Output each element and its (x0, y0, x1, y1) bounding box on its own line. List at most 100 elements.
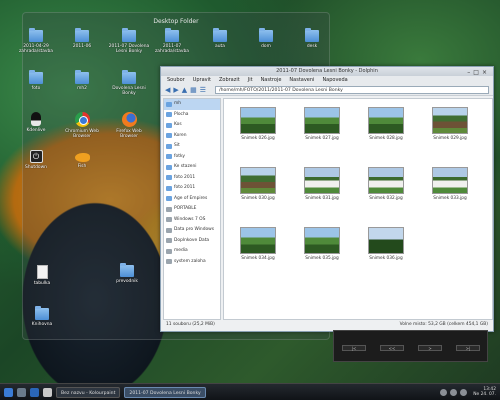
menu-item[interactable]: Nastaveni (289, 77, 314, 83)
desktop-icon-item[interactable]: 2011-07 Dovolena Lesni Bonky (107, 28, 151, 54)
forward-icon[interactable]: ▶ (173, 85, 178, 95)
menu-item[interactable]: Jit (248, 77, 253, 83)
taskbar: Bez nazvu - Kolourpaint 2011-07 Dovolena … (0, 383, 500, 400)
status-free-space: Volne misto: 53,2 GB (celkem 454,1 GB) (399, 322, 488, 327)
places-item[interactable]: Data pro Windows (164, 225, 220, 236)
desktop-icon-item[interactable]: 2011-04-29 zahrada/stavba (14, 28, 58, 54)
file-item[interactable]: Snimek 032.jpg (358, 167, 414, 201)
file-item[interactable]: Snimek 036.jpg (358, 227, 414, 261)
desktop-icon-item[interactable]: desk (290, 28, 334, 49)
desktop-icon-item[interactable]: dom (244, 28, 288, 49)
window-titlebar[interactable]: 2011-07 Dovolena Lesni Bonky - Dolphin –… (161, 67, 493, 76)
places-item-label: fotky (174, 153, 185, 159)
back-icon[interactable]: ◀ (165, 85, 170, 95)
places-item[interactable]: Windows 7 OS (164, 215, 220, 226)
desktop-icon-item[interactable]: Dovolena Lesni Bonky (107, 70, 151, 96)
places-item[interactable]: PORTABLE (164, 204, 220, 215)
desktop-icon-item[interactable]: Chromium Web Browser (60, 112, 104, 139)
file-name: Snimek 031.jpg (305, 196, 339, 201)
system-tray: 13:42 Ne 24. 07. (440, 387, 500, 397)
location-bar[interactable]: /home/mh/FOTO/2011/2011-07 Dovolena Lesn… (215, 85, 489, 94)
photo-thumbnail (304, 167, 340, 194)
places-item[interactable]: fotky (164, 152, 220, 163)
desktop-icon-item[interactable]: Knihovna (20, 306, 64, 327)
maximize-icon[interactable]: □ (473, 69, 482, 76)
menu-item[interactable]: Upravit (193, 77, 211, 83)
desktop-icon-label: 2011-04-29 zahrada/stavba (18, 44, 53, 54)
places-item[interactable]: Sit (164, 141, 220, 152)
folder-icon (213, 28, 227, 42)
places-item-label: Doplnkove Data (174, 237, 210, 243)
up-icon[interactable]: ▲ (182, 85, 187, 95)
places-item[interactable]: Age of Empires (164, 194, 220, 205)
desktop-icon-item[interactable]: auta (198, 28, 242, 49)
kde-menu-icon[interactable] (4, 387, 13, 397)
places-item[interactable]: foto 2011 (164, 173, 220, 184)
file-manager-icon[interactable] (30, 387, 39, 397)
file-item[interactable]: Snimek 031.jpg (294, 167, 350, 201)
folder-icon (166, 196, 172, 202)
media-control-button[interactable]: |< (342, 345, 366, 351)
file-item[interactable]: Snimek 030.jpg (230, 167, 286, 201)
file-name: Snimek 032.jpg (369, 196, 403, 201)
desktop-icon-label: prevodnik (116, 279, 138, 284)
places-item-label: system zaloha (174, 258, 206, 264)
media-control-button[interactable]: > (418, 345, 442, 351)
menu-item[interactable]: Nastroje (261, 77, 282, 83)
file-item[interactable]: Snimek 028.jpg (358, 107, 414, 141)
file-item[interactable]: Snimek 035.jpg (294, 227, 350, 261)
places-item[interactable]: Ke stazeni (164, 162, 220, 173)
desktop-icon-item[interactable]: Firefox Web Browser (107, 112, 151, 139)
desktop-icon-item[interactable]: tabulka (20, 265, 64, 286)
desktop-icon-item[interactable]: foto (14, 70, 58, 91)
desktop-icon-item[interactable]: ⏻ Shutdown (14, 150, 58, 170)
menu-item[interactable]: Soubor (167, 77, 185, 83)
file-item[interactable]: Snimek 026.jpg (230, 107, 286, 141)
places-item[interactable]: mh (164, 99, 220, 110)
desktop-icon-label: Firefox Web Browser (116, 129, 142, 139)
media-control-button[interactable]: << (380, 345, 404, 351)
menu-item[interactable]: Zobrazit (219, 77, 240, 83)
desktop-icon-item[interactable]: mh2 (60, 70, 104, 91)
list-view-icon[interactable]: ☰ (200, 85, 206, 95)
desktop-icon-item[interactable]: prevodnik (105, 263, 149, 284)
close-icon[interactable]: × (482, 69, 490, 76)
file-item[interactable]: Snimek 029.jpg (422, 107, 478, 141)
task-button[interactable]: Bez nazvu - Kolourpaint (56, 386, 121, 398)
desktop-icon-label: 2011-07 Dovolena Lesni Bonky (108, 44, 150, 54)
file-item[interactable]: Snimek 034.jpg (230, 227, 286, 261)
desktop-icon-item[interactable]: 2011-07 zahrada/stavba (150, 28, 194, 54)
desktop-icon-item[interactable]: Fish (60, 150, 104, 169)
places-item[interactable]: Koren (164, 131, 220, 142)
file-item[interactable]: Snimek 027.jpg (294, 107, 350, 141)
desktop-icon-label: Shutdown (25, 165, 47, 170)
desktop-icon-item[interactable]: 2011-06 (60, 28, 104, 49)
places-item[interactable]: Kos (164, 120, 220, 131)
places-item[interactable]: media (164, 246, 220, 257)
places-item-label: Data pro Windows (174, 227, 215, 232)
file-manager-window[interactable]: 2011-07 Dovolena Lesni Bonky - Dolphin –… (160, 66, 494, 332)
folder-icon (166, 185, 172, 191)
menu-item[interactable]: Napoveda (322, 77, 347, 83)
clock[interactable]: 13:42 Ne 24. 07. (473, 387, 496, 397)
file-item[interactable]: Snimek 033.jpg (422, 167, 478, 201)
folder-icon (35, 306, 49, 320)
pager-icon[interactable] (43, 387, 52, 397)
battery-icon[interactable] (460, 388, 468, 396)
network-icon[interactable] (440, 388, 448, 396)
photo-thumbnail (304, 227, 340, 254)
window-buttons: –□× (467, 68, 490, 77)
task-button[interactable]: 2011-07 Dovolena Lesni Bonky (124, 386, 206, 398)
media-control-button[interactable]: >| (456, 345, 480, 351)
places-item-label: mh (174, 101, 182, 106)
desktop-icon-item[interactable]: Kdenlive (14, 112, 58, 133)
places-item[interactable]: foto 2011 (164, 183, 220, 194)
firefox-icon (121, 112, 137, 127)
places-item[interactable]: system zaloha (164, 257, 220, 268)
places-item[interactable]: Doplnkove Data (164, 236, 220, 247)
photo-thumbnail (368, 227, 404, 254)
volume-icon[interactable] (450, 388, 458, 396)
desktop-icon[interactable] (17, 387, 26, 397)
places-item[interactable]: Plocha (164, 110, 220, 121)
grid-view-icon[interactable]: ▦ (190, 85, 197, 95)
